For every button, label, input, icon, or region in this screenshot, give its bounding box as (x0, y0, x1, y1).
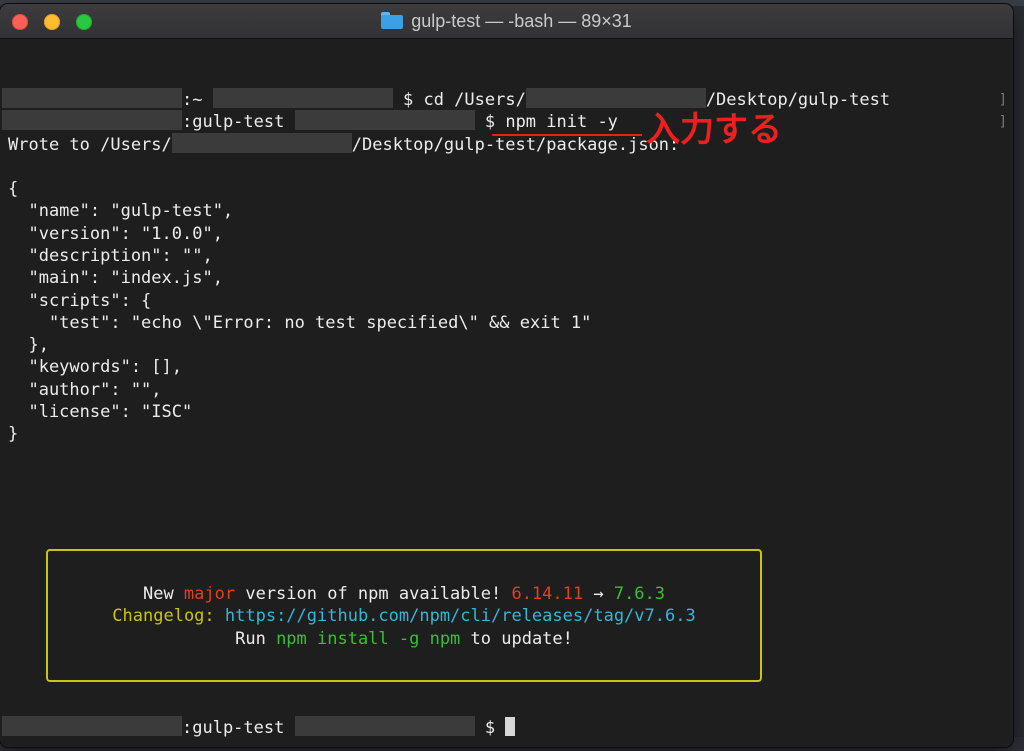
annotation-underline (492, 134, 642, 136)
text-cursor[interactable] (505, 717, 516, 736)
line-end-marker: ] (998, 92, 1007, 108)
folder-icon (381, 12, 404, 29)
redacted-username (2, 110, 182, 130)
terminal-output[interactable]: :~ $ cd /Users//Desktop/gulp-test ] :gul… (0, 39, 1013, 747)
prompt-host: :gulp-test (182, 112, 285, 132)
json-line: "main": "index.js", (8, 268, 223, 289)
notice-text: Run (235, 629, 277, 649)
changelog-label: Changelog: (112, 606, 225, 626)
redacted-username (2, 88, 182, 108)
update-command: npm install -g npm (276, 629, 461, 649)
command-text: $ cd /Users/ (402, 90, 526, 110)
annotation-label: 入力する (646, 110, 782, 150)
terminal-line: :gulp-test $ (2, 716, 516, 738)
json-line: "test": "echo \"Error: no test specified… (8, 312, 592, 333)
output-text: Wrote to /Users/ (8, 135, 172, 155)
redacted-hostname (294, 716, 475, 736)
json-line: "license": "ISC" (8, 402, 193, 422)
notice-line: Changelog: https://github.com/npm/cli/re… (48, 605, 760, 627)
title-bar[interactable]: gulp-test — -bash — 89×31 (0, 4, 1013, 39)
redacted-hostname (294, 110, 475, 130)
json-line: "keywords": [], (8, 357, 182, 378)
prompt-host: :~ (182, 90, 203, 110)
notice-text: New (142, 584, 184, 604)
json-line: "scripts": { (8, 290, 152, 311)
json-line: } (8, 424, 19, 445)
prompt-host: :gulp-test (182, 718, 285, 738)
changelog-link[interactable]: https://github.com/npm/cli/releases/tag/… (225, 606, 696, 626)
redacted-username (2, 716, 182, 736)
json-line: "version": "1.0.0", (8, 223, 223, 244)
command-text: $ npm init -y (484, 112, 618, 132)
redacted-path (171, 133, 352, 153)
json-line: { (8, 179, 19, 199)
notice-text: to update! (460, 629, 573, 649)
current-version: 6.14.11 (511, 584, 584, 604)
redacted-hostname (212, 88, 393, 108)
terminal-line: Wrote to /Users/ /Desktop/gulp-test/packa… (8, 133, 679, 155)
arrow-icon: → (583, 584, 614, 604)
npm-update-notice: New major version of npm available! 6.14… (46, 549, 762, 682)
json-line: "name": "gulp-test", (8, 201, 234, 222)
terminal-window: gulp-test — -bash — 89×31 :~ $ cd /Users… (0, 4, 1013, 747)
line-end-marker: ] (998, 114, 1007, 130)
prompt-symbol: $ (484, 718, 496, 738)
window-title: gulp-test — -bash — 89×31 (0, 11, 1013, 32)
notice-major: major (183, 584, 236, 604)
notice-text: version of npm available! (235, 584, 512, 604)
new-version: 7.6.3 (613, 584, 666, 604)
notice-line: New major version of npm available! 6.14… (48, 583, 760, 605)
terminal-line: :gulp-test $ npm init -y (2, 110, 618, 132)
output-text: /Desktop/gulp-test/package.json: (351, 135, 680, 155)
json-line: "description": "", (8, 245, 213, 266)
notice-line: Run npm install -g npm to update! (48, 628, 760, 650)
json-line: "author": "", (8, 379, 162, 400)
json-line: }, (8, 335, 49, 356)
window-title-text: gulp-test — -bash — 89×31 (411, 11, 632, 31)
